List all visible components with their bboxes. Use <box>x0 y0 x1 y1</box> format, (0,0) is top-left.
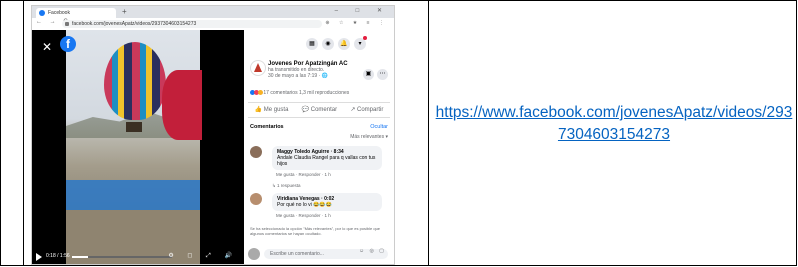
comments-label: Comentarios <box>250 124 284 130</box>
composer-icons[interactable]: ☺ ◎ ▢ <box>359 248 386 254</box>
comment: Maggy Toledo Aguirre · 8:34 Andale Claud… <box>250 146 388 179</box>
comment-meta[interactable]: Me gusta · Responder · 1 h <box>272 211 388 220</box>
comment-bubble: Viridiana Venegas · 0:02 Por qué no lo v… <box>272 193 382 211</box>
post-stats: 17 comentarios 1,3 mil reproducciones <box>244 86 394 102</box>
menu-icon[interactable]: ▦ <box>306 38 318 50</box>
video-controls: 0:18 / 1:56 ⚙ ◻ ⤢ 🔊 <box>32 250 244 264</box>
user-avatar <box>248 248 260 260</box>
browser-tab[interactable]: Facebook <box>36 8 116 18</box>
table: Facebook + – □ ✕ ← → C facebook.com/jove… <box>0 0 797 266</box>
comment-sort[interactable]: Más relevantes ▾ <box>244 132 394 142</box>
comments-list: Maggy Toledo Aguirre · 8:34 Andale Claud… <box>244 142 394 242</box>
chevron-down-icon: ▾ <box>358 41 362 47</box>
balloon-basket <box>126 122 142 132</box>
filter-note: Se ha seleccionado la opción "Más releva… <box>250 226 381 236</box>
comment-bubble: Maggy Toledo Aguirre · 8:34 Andale Claud… <box>272 146 382 170</box>
tab-title: Facebook <box>48 10 70 16</box>
url-text: facebook.com/jovenesApatz/videos/2937304… <box>72 21 197 27</box>
tab-bar: Facebook + – □ ✕ <box>32 6 394 18</box>
table-divider-left <box>23 1 24 265</box>
extension-icons[interactable]: ⊕ ☆ ★ ≡ ⋮ <box>325 20 388 26</box>
post-action-bar: 👍 Me gusta 💬 Comentar ↗ Compartir <box>248 102 390 118</box>
hide-comments-link[interactable]: Ocultar <box>370 124 388 130</box>
new-tab-button[interactable]: + <box>122 7 127 16</box>
save-icon[interactable]: ▣ <box>363 69 374 80</box>
window-controls[interactable]: – □ ✕ <box>335 7 390 14</box>
video-time: 0:18 / 1:56 <box>46 253 70 259</box>
comment-text: Por qué no lo vi 😂😂😂 <box>277 202 332 208</box>
notifications-icon[interactable]: 🔔 <box>338 38 350 50</box>
facebook-logo-icon[interactable]: f <box>60 36 76 52</box>
progress-fill <box>72 256 88 258</box>
like-button[interactable]: 👍 Me gusta <box>255 103 289 117</box>
comment: Viridiana Venegas · 0:02 Por qué no lo v… <box>250 193 388 220</box>
address-bar[interactable]: facebook.com/jovenesApatz/videos/2937304… <box>62 20 322 28</box>
hot-air-balloon <box>104 42 166 120</box>
account-menu-icon[interactable]: ▾ <box>354 36 367 50</box>
video-link[interactable]: https://www.facebook.com/jovenesApatz/vi… <box>433 102 795 146</box>
page-avatar[interactable] <box>250 60 266 76</box>
commenter-avatar[interactable] <box>250 193 262 205</box>
view-replies-link[interactable]: ↳ 1 respuesta <box>250 183 388 189</box>
post-actions: ▣ ⋯ <box>360 62 388 80</box>
screenshot: Facebook + – □ ✕ ← → C facebook.com/jove… <box>31 5 395 265</box>
table-divider <box>428 1 429 265</box>
comments-header: Comentarios Ocultar <box>244 118 394 132</box>
blue-tarp <box>66 180 200 210</box>
red-balloon <box>162 70 202 140</box>
panel-top-bar: ▦ ◉ 🔔 ▾ <box>244 30 394 56</box>
more-icon[interactable]: ⋯ <box>377 69 388 80</box>
commenter-avatar[interactable] <box>250 146 262 158</box>
play-icon[interactable] <box>36 253 42 261</box>
video-control-icons[interactable]: ⚙ ◻ ⤢ 🔊 <box>168 252 238 260</box>
comment-text: Andale Claudia Rangel para q vallas con … <box>277 155 376 167</box>
video-frame <box>66 30 202 264</box>
messenger-icon[interactable]: ◉ <box>322 38 334 50</box>
post-header: Jovenes Por Apatzingán AC ha transmitido… <box>244 56 394 86</box>
share-button[interactable]: ↗ Compartir <box>350 103 383 117</box>
notification-badge <box>363 36 367 40</box>
video-player[interactable]: ✕ f 0:18 / 1:56 ⚙ ◻ ⤢ 🔊 <box>32 30 244 264</box>
comment-composer: Escribe un comentario... ☺ ◎ ▢ <box>248 248 390 260</box>
comment-meta[interactable]: Me gusta · Responder · 1 h <box>272 170 388 179</box>
lock-icon <box>65 22 69 26</box>
comment-button[interactable]: 💬 Comentar <box>302 103 337 117</box>
close-icon[interactable]: ✕ <box>42 40 52 54</box>
progress-bar[interactable] <box>72 256 172 258</box>
post-panel: ▦ ◉ 🔔 ▾ Jovenes Por Apatzingán AC ha tra… <box>244 30 394 264</box>
facebook-favicon-icon <box>39 10 45 16</box>
stats-text[interactable]: 17 comentarios 1,3 mil reproducciones <box>263 90 349 96</box>
